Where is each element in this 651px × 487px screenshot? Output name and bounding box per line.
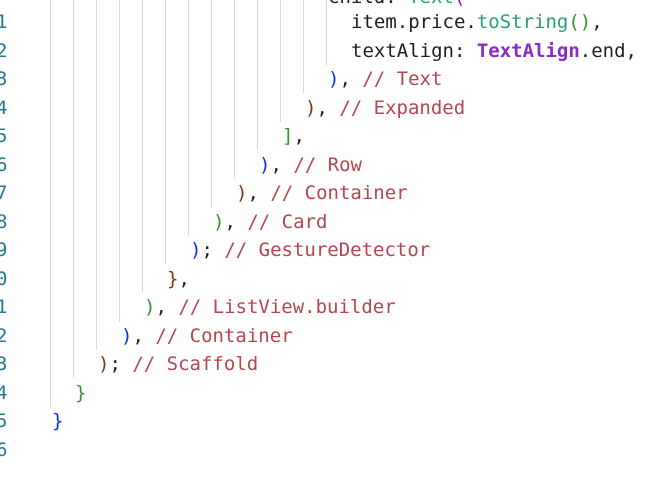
line-number: 1	[0, 296, 8, 318]
line-number: 7	[0, 182, 8, 204]
code-token: .end,	[579, 40, 637, 62]
indent-guide	[326, 0, 327, 66]
indent-guide	[142, 0, 143, 292]
code-comment: // Container	[155, 325, 293, 347]
code-token: toString	[476, 11, 569, 33]
code-line: textAlign: TextAlign.end,	[351, 37, 637, 66]
code-token: ,	[316, 97, 340, 119]
indent-guide	[96, 0, 97, 350]
code-line: }	[52, 407, 63, 436]
code-token: ;	[109, 353, 133, 375]
code-token: TextAlign	[476, 40, 580, 62]
code-line: },	[167, 265, 190, 294]
code-token: )	[328, 68, 340, 90]
line-number: 4	[0, 382, 8, 404]
code-token: ()	[568, 11, 592, 33]
line-number: 5	[0, 410, 8, 432]
code-comment: // Expanded	[339, 97, 466, 119]
code-token: ,	[247, 182, 271, 204]
line-number: 3	[0, 68, 8, 90]
code-token: ;	[201, 239, 225, 261]
code-line: ],	[282, 122, 305, 151]
code-token: ]	[282, 125, 294, 147]
code-token: )	[305, 97, 317, 119]
line-number: 0	[0, 268, 8, 290]
indent-guide	[188, 0, 189, 236]
code-token: ,	[591, 11, 603, 33]
code-comment: // GestureDetector	[224, 239, 431, 261]
code-editor[interactable]: 1 2 3 4 5 6 7 8 9 0 1 2 3 4 5 6 child: T…	[0, 0, 651, 487]
line-number: 6	[0, 154, 8, 176]
code-comment: // ListView.builder	[178, 296, 396, 318]
code-token: ,	[270, 154, 294, 176]
line-number: 8	[0, 211, 8, 233]
line-number: 4	[0, 97, 8, 119]
code-token: child:	[328, 0, 408, 8]
indent-guide	[257, 0, 258, 150]
indent-guide	[119, 0, 120, 322]
indent-guide	[211, 0, 212, 207]
code-line: }	[75, 379, 86, 408]
line-number: 5	[0, 125, 8, 147]
code-token: }	[52, 410, 64, 432]
code-token: )	[213, 211, 225, 233]
code-token: textAlign:	[351, 40, 477, 62]
indent-guide	[234, 0, 235, 179]
code-comment: // Text	[362, 68, 443, 90]
code-token: item.price.	[351, 11, 477, 33]
code-line: item.price.toString(),	[351, 8, 603, 37]
line-number: 2	[0, 40, 8, 62]
code-line: ); // GestureDetector	[190, 236, 430, 265]
line-number-gutter: 1 2 3 4 5 6 7 8 9 0 1 2 3 4 5 6	[0, 0, 14, 487]
code-token: )	[98, 353, 110, 375]
indent-guide	[50, 0, 51, 407]
code-line: ), // Card	[213, 208, 327, 237]
code-line: ), // Container	[121, 322, 293, 351]
code-token: ,	[339, 68, 363, 90]
code-line: ); // Scaffold	[98, 350, 258, 379]
code-token: (	[454, 0, 465, 8]
line-number: 1	[0, 11, 8, 33]
code-comment: // Row	[293, 154, 362, 176]
indent-guide	[303, 0, 304, 93]
code-line: ), // Text	[328, 65, 442, 94]
code-token: ,	[132, 325, 156, 347]
code-line: ), // Container	[236, 179, 408, 208]
code-token: )	[236, 182, 248, 204]
indent-guide	[73, 0, 74, 378]
code-token: }	[167, 268, 179, 290]
code-line: ), // Expanded	[305, 94, 465, 123]
indent-guide	[280, 0, 281, 122]
code-token: ,	[178, 268, 190, 290]
code-comment: // Container	[270, 182, 408, 204]
code-token: )	[259, 154, 271, 176]
code-token: ,	[224, 211, 248, 233]
code-line: ), // Row	[259, 151, 362, 180]
line-number: 9	[0, 239, 8, 261]
code-token: )	[121, 325, 133, 347]
code-token: )	[144, 296, 156, 318]
code-token: ,	[155, 296, 179, 318]
line-number: 3	[0, 353, 8, 375]
code-token: )	[190, 239, 202, 261]
code-token: ,	[293, 125, 305, 147]
code-token: }	[75, 382, 87, 404]
code-token: Text	[408, 0, 454, 8]
code-comment: // Card	[247, 211, 328, 233]
line-number: 2	[0, 325, 8, 347]
indent-guide	[165, 0, 166, 264]
code-comment: // Scaffold	[132, 353, 259, 375]
code-line: ), // ListView.builder	[144, 293, 396, 322]
line-number: 6	[0, 439, 8, 461]
